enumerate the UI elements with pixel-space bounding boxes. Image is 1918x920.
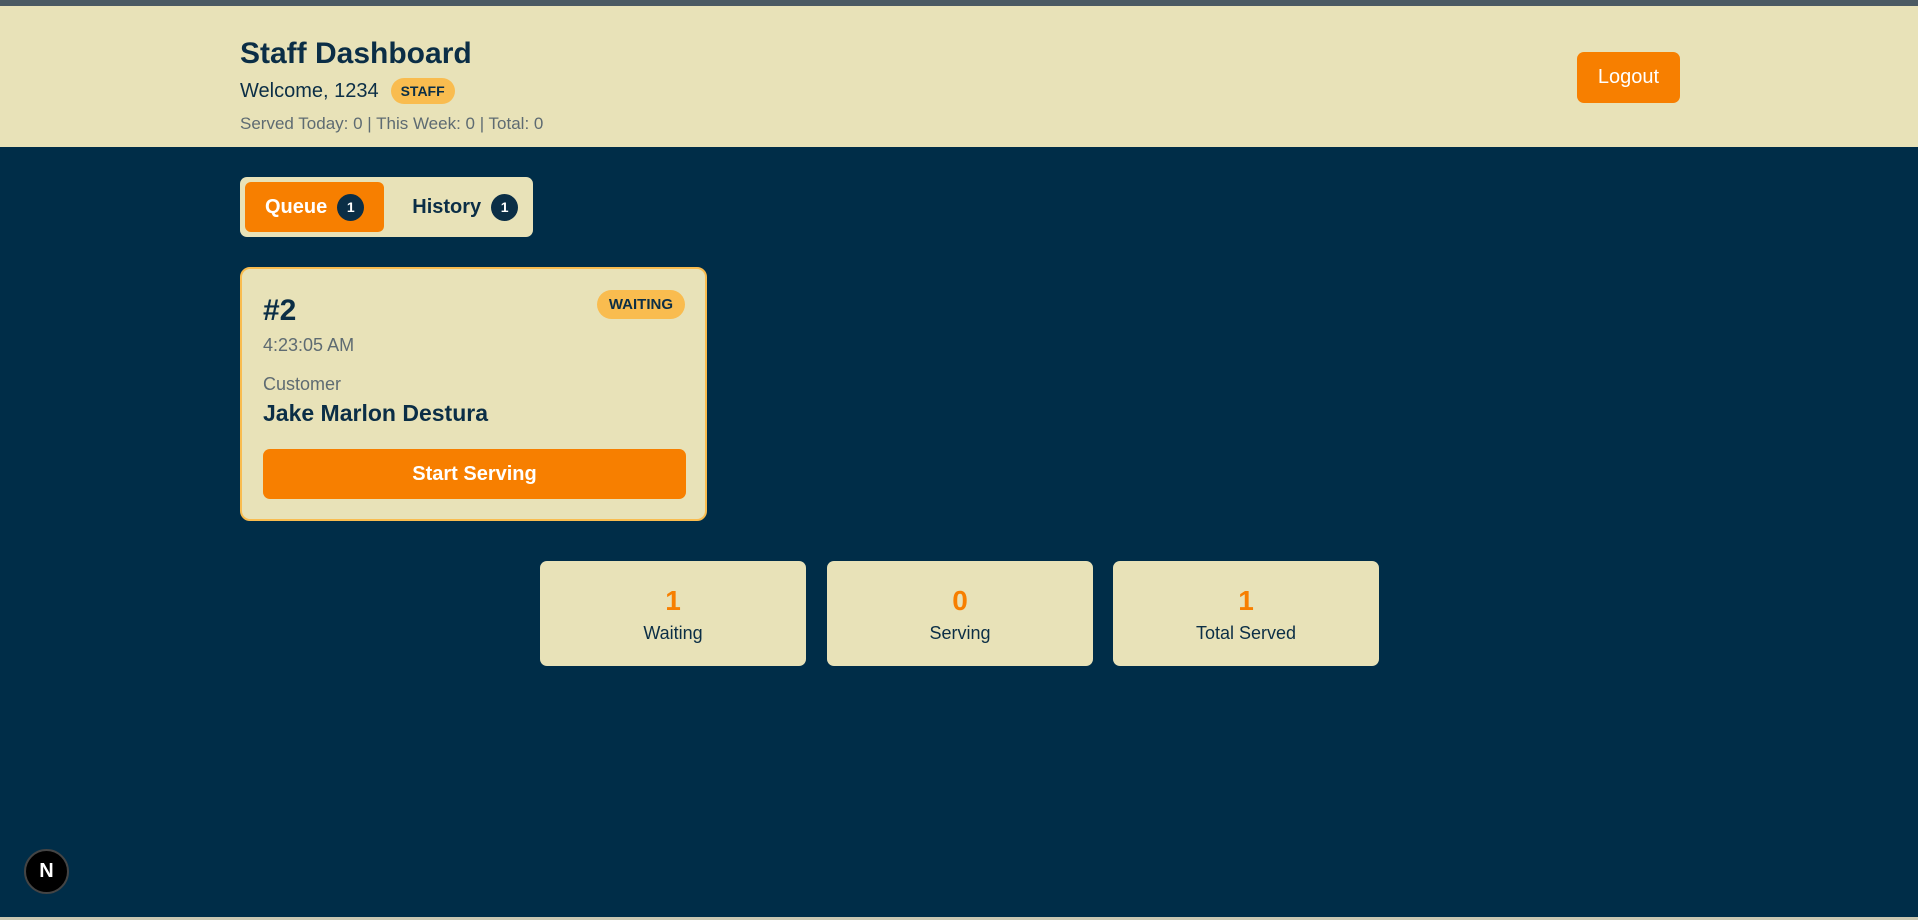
tab-history-count: 1: [491, 193, 519, 221]
stat-total-served-label: Total Served: [1195, 623, 1297, 643]
page-title: Staff Dashboard: [240, 37, 472, 70]
stat-waiting-label: Waiting: [643, 623, 703, 643]
role-badge: STAFF: [390, 78, 455, 104]
stat-card-serving: 0 Serving: [827, 561, 1093, 666]
logout-button[interactable]: Logout: [1577, 52, 1680, 103]
stat-waiting-value: 1: [665, 585, 681, 616]
ticket-number: #2: [263, 294, 297, 327]
welcome-row: Welcome, 1234 STAFF: [240, 78, 543, 104]
tab-queue-count: 1: [337, 193, 365, 221]
tab-history-label: History: [412, 195, 482, 218]
customer-name: Jake Marlon Destura: [263, 400, 488, 426]
tab-history[interactable]: History 1: [392, 182, 538, 232]
nextjs-dev-indicator-icon[interactable]: N: [24, 849, 69, 894]
served-stats-line: Served Today: 0 | This Week: 0 | Total: …: [240, 114, 544, 133]
view-tabs: Queue 1 History 1: [240, 177, 533, 237]
welcome-text: Welcome, 1234: [240, 79, 379, 102]
queue-card: #2 4:23:05 AM WAITING Customer Jake Marl…: [240, 267, 707, 521]
status-badge: WAITING: [596, 290, 685, 319]
tab-queue-label: Queue: [265, 195, 328, 218]
tab-queue[interactable]: Queue 1: [245, 182, 385, 232]
stat-total-served-value: 1: [1238, 585, 1254, 616]
start-serving-button[interactable]: Start Serving: [263, 449, 686, 499]
ticket-time: 4:23:05 AM: [263, 335, 355, 355]
header: Staff Dashboard Welcome, 1234 STAFF Serv…: [0, 6, 1918, 147]
stat-serving-label: Serving: [929, 623, 991, 643]
header-info: Staff Dashboard Welcome, 1234 STAFF Serv…: [240, 36, 543, 134]
stat-serving-value: 0: [952, 585, 968, 616]
customer-label: Customer: [263, 374, 342, 394]
stat-card-waiting: 1 Waiting: [540, 561, 806, 666]
stat-card-total-served: 1 Total Served: [1113, 561, 1379, 666]
